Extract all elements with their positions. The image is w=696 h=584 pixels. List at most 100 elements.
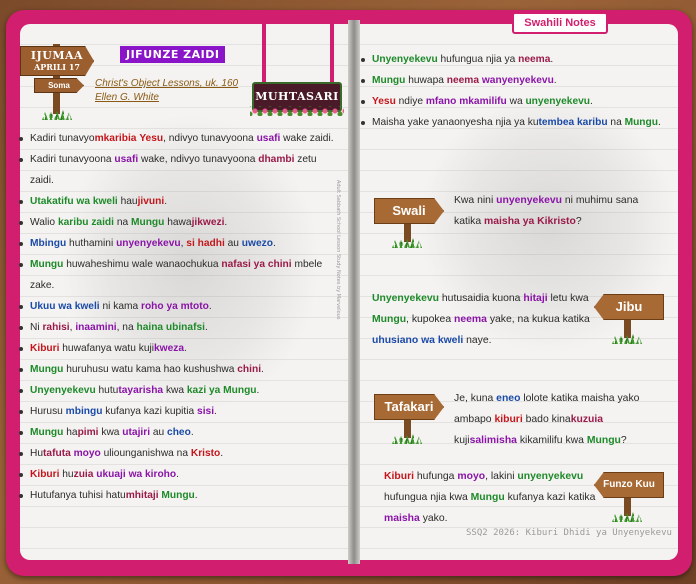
grass-icon <box>612 512 642 522</box>
text-run: , kupokea <box>406 314 454 325</box>
highlighted-word: moyo <box>73 448 101 459</box>
note-item: Ni rahisi, inaamini, na haina ubinafsi. <box>18 317 340 338</box>
text-run: hufungua njia kwa <box>384 492 471 503</box>
highlighted-word: usafi <box>256 133 281 144</box>
highlighted-word: neema <box>454 314 487 325</box>
notebook-spine <box>348 20 360 564</box>
text-run: na <box>113 217 131 228</box>
highlighted-word: mfano mkamilifu <box>425 96 507 107</box>
note-item: Ukuu wa kweli ni kama roho ya mtoto. <box>18 296 340 317</box>
grass-icon <box>392 238 422 248</box>
highlighted-word: Utakatifu wa kweli <box>30 196 118 207</box>
text-run: . <box>550 54 554 65</box>
note-item: Maisha yake yanaonyesha njia ya kutembea… <box>360 112 678 133</box>
text-run: Kadiri tunavyo <box>30 133 95 144</box>
highlighted-word: Kiburi <box>384 471 415 482</box>
note-item: Kadiri tunavyoona usafi wake, ndivyo tun… <box>18 149 340 191</box>
highlighted-word: Mungu <box>130 217 165 228</box>
date-label: APRILI 17 <box>34 62 80 72</box>
highlighted-word: tembea karibu <box>538 117 608 128</box>
swali-signpost: Swali <box>374 192 444 248</box>
highlighted-word: neema <box>446 75 480 86</box>
text-run: huthamini <box>66 238 117 249</box>
grass-icon <box>612 334 642 344</box>
highlighted-word: nafasi ya chini <box>221 259 292 270</box>
highlighted-word: unyenyekevu <box>116 238 181 249</box>
highlighted-word: Mungu <box>372 75 406 86</box>
highlighted-word: karibu zaidi <box>57 217 114 228</box>
text-run: hawa <box>164 217 192 228</box>
note-item: Unyenyekevu hufungua njia ya neema. <box>360 49 678 70</box>
text-run: . <box>214 406 217 417</box>
highlighted-word: chini <box>237 364 262 375</box>
right-notes-list: Unyenyekevu hufungua njia ya neema. Mungu… <box>360 49 678 133</box>
grass-icon <box>42 110 72 120</box>
highlighted-word: Mungu <box>470 492 505 503</box>
note-item: Mungu huwaheshimu wale wanaochukua nafas… <box>18 254 340 296</box>
text-run: , lakini <box>485 471 518 482</box>
text-run: . <box>184 343 187 354</box>
text-run: hu <box>59 469 74 480</box>
highlighted-word: mkaribia <box>94 133 137 144</box>
text-run: . <box>194 490 198 501</box>
text-run: yako. <box>419 513 448 524</box>
text-run: huwafanya watu kuji <box>59 343 155 354</box>
swali-text: Kwa nini unyenyekevu ni muhimu sana kati… <box>454 190 654 232</box>
text-run: naye. <box>463 335 492 346</box>
highlighted-word: usafi <box>114 154 139 165</box>
highlighted-word: unyenyekevu <box>525 96 591 107</box>
text-run: bado kina <box>522 414 571 425</box>
highlighted-word: Mungu <box>161 490 195 501</box>
source-book-link[interactable]: Christ's Object Lessons, uk. 160 <box>95 77 238 91</box>
highlighted-word: Yesu <box>139 133 164 144</box>
highlighted-word: kweza <box>154 343 185 354</box>
text-run: wake, ndivyo tunavyoona <box>138 154 259 165</box>
note-item: Walio karibu zaidi na Mungu hawajikwezi. <box>18 212 340 233</box>
highlighted-word: unyenyekevu <box>496 195 563 206</box>
text-run: ha <box>63 427 78 438</box>
note-item: Mungu hapimi kwa utajiri au cheo. <box>18 422 340 443</box>
day-board: IJUMAA APRILI 17 <box>20 46 94 76</box>
highlighted-word: kuzuia <box>570 414 604 425</box>
text-run: . <box>256 385 260 396</box>
text-run: huruhusu watu kama hao kushushwa <box>63 364 238 375</box>
text-run: . <box>208 301 212 312</box>
text-run: . <box>553 75 557 86</box>
highlighted-word: uhusiano wa kweli <box>372 335 464 346</box>
highlighted-word: unyenyekevu <box>517 471 584 482</box>
text-run: huwaheshimu wale wanaochukua <box>63 259 222 270</box>
text-run: kwa <box>98 427 123 438</box>
text-run: . <box>204 322 208 333</box>
highlighted-word: Mungu <box>30 364 64 375</box>
note-item: Mbingu huthamini unyenyekevu, si hadhi a… <box>18 233 340 254</box>
highlighted-word: zuia <box>73 469 94 480</box>
read-board: Soma <box>34 78 84 93</box>
text-run: hau <box>117 196 138 207</box>
source-author-link[interactable]: Ellen G. White <box>95 91 238 105</box>
tafakari-signpost: Tafakari <box>374 388 444 444</box>
highlighted-word: Kristo <box>190 448 221 459</box>
text-run: . <box>220 448 224 459</box>
highlighted-word: roho ya mtoto <box>140 301 209 312</box>
text-run: ndiye <box>395 96 426 107</box>
highlighted-word: utajiri <box>122 427 151 438</box>
text-run: . <box>164 196 168 207</box>
text-run: Hu <box>30 448 44 459</box>
highlighted-word: mbingu <box>65 406 103 417</box>
funzo-kuu-text: Kiburi hufunga moyo, lakini unyenyekevu … <box>384 466 598 529</box>
text-run: Hutufanya tuhisi hatu <box>30 490 126 501</box>
text-run: kikamilifu kwa <box>516 435 587 446</box>
grass-icon <box>392 434 422 444</box>
swahili-notes-tab: Swahili Notes <box>512 12 608 34</box>
footer-caption: SSQ2 2026: Kiburi Dhidi ya Unyenyekevu <box>466 528 672 538</box>
day-signpost: IJUMAA APRILI 17 Soma <box>20 44 94 122</box>
highlighted-word: hitaji <box>523 293 548 304</box>
text-run: Hurusu <box>30 406 66 417</box>
left-notes-list: Kadiri tunavyomkaribia Yesu, ndivyo tuna… <box>18 128 340 506</box>
highlighted-word: tayarisha <box>118 385 164 396</box>
highlighted-word: haina ubinafsi <box>136 322 205 333</box>
text-run: Kwa nini <box>454 195 497 206</box>
text-run: . <box>261 364 264 375</box>
text-run: kufanya kazi kupitia <box>102 406 198 417</box>
text-run: kuji <box>454 435 470 446</box>
